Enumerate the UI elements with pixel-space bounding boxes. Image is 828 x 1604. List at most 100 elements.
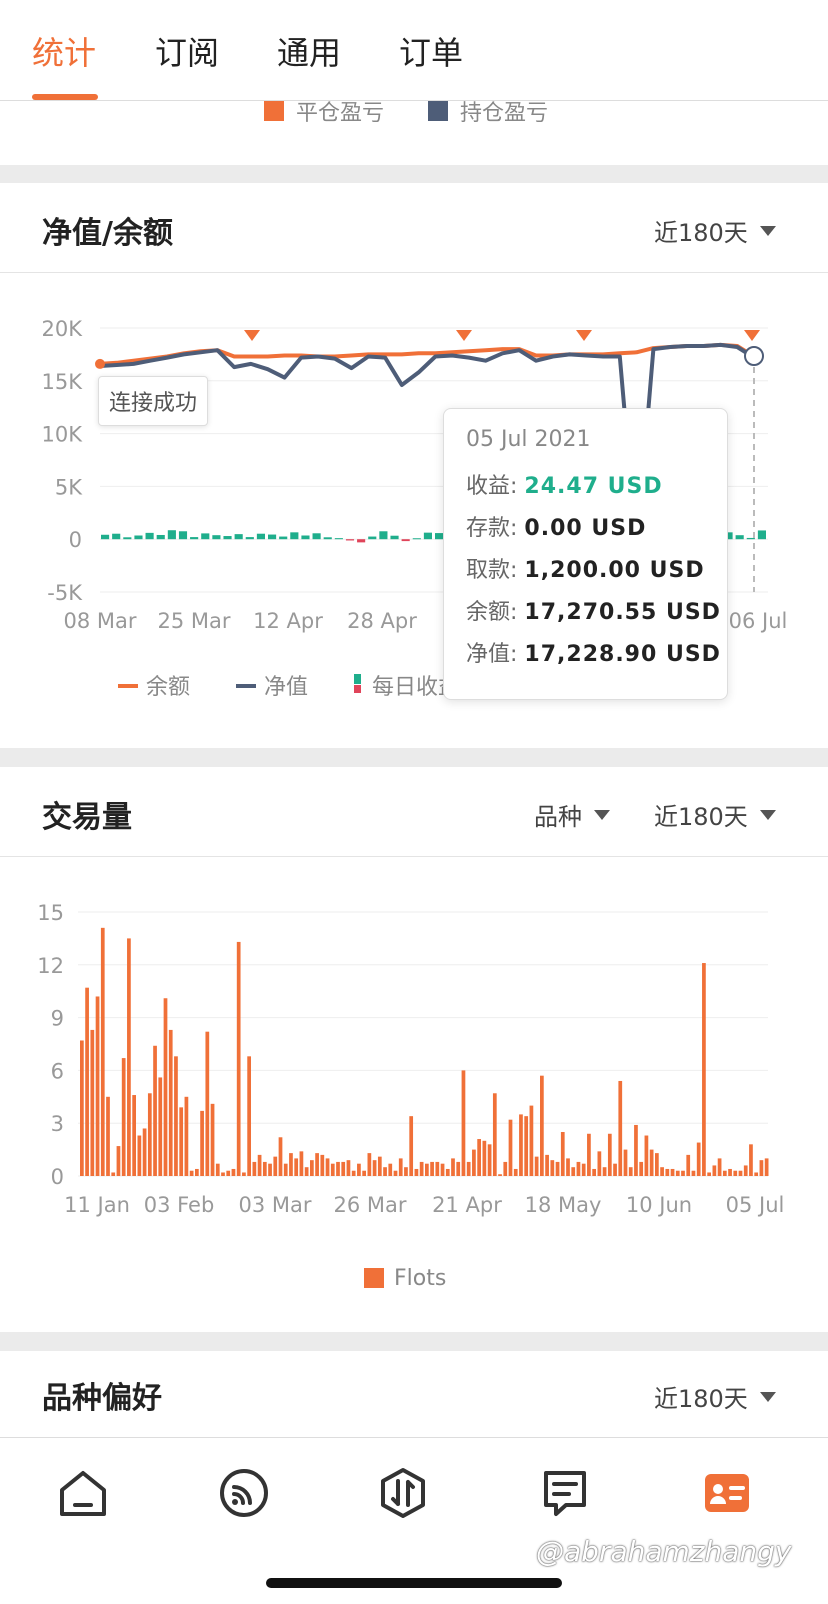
connection-toast: 连接成功 [98, 376, 209, 426]
volume-bar [435, 1161, 440, 1176]
list-icon[interactable] [538, 1466, 592, 1520]
volume-bar [587, 1133, 591, 1176]
volume-bar [278, 1137, 283, 1176]
profile-card-icon[interactable] [700, 1466, 754, 1520]
caret-down-icon [759, 1391, 776, 1402]
symbol-dropdown[interactable]: 品种 [534, 797, 610, 832]
withdrawal-marker [244, 330, 260, 341]
volume-bar [357, 1163, 361, 1176]
volume-bar [592, 1168, 596, 1176]
daily-profit-bar [301, 535, 310, 540]
daily-profit-bar [201, 533, 210, 540]
pnl-card-tail: 平仓盈亏 持仓盈亏 [0, 101, 828, 165]
volume-bar [696, 1142, 701, 1176]
range-dropdown[interactable]: 近180天 [654, 213, 776, 248]
tab-statistics[interactable]: 统计 [32, 28, 96, 74]
daily-profit-bar [256, 533, 265, 540]
volume-bar [550, 1160, 555, 1176]
dropdown-label: 近180天 [654, 1385, 748, 1413]
daily-profit-bar [268, 534, 277, 540]
legend-bar-icon [354, 685, 361, 693]
daily-profit-bar [757, 530, 766, 540]
legend-label: 持仓盈亏 [460, 101, 549, 126]
range-dropdown[interactable]: 近180天 [654, 1379, 776, 1414]
volume-bar [597, 1151, 602, 1176]
feed-icon[interactable] [217, 1466, 271, 1520]
legend-square-icon [364, 1268, 384, 1288]
volume-bar [127, 938, 131, 1176]
caret-down-icon [594, 809, 610, 820]
y-tick-label: 0 [51, 1165, 64, 1189]
volume-bar [325, 1158, 330, 1176]
volume-bar [90, 1029, 95, 1176]
volume-chart[interactable]: 15 12 9 6 3 011 Jan 03 Feb 03 Mar 26 Mar 21 Apr 18… [0, 880, 828, 1300]
volume-bar [195, 1168, 199, 1176]
range-dropdown[interactable]: 近180天 [654, 797, 776, 832]
volume-bar [398, 1158, 403, 1176]
x-tick-label: 03 Feb [144, 1193, 215, 1217]
legend-label: 净值 [264, 675, 308, 700]
volume-bar [513, 1168, 518, 1176]
volume-bar [524, 1116, 529, 1176]
home-icon[interactable] [56, 1466, 110, 1520]
withdrawal-marker [576, 330, 592, 341]
volume-bar [440, 1163, 445, 1176]
daily-profit-bar [123, 537, 132, 540]
volume-bar [377, 1156, 382, 1176]
tab-general[interactable]: 通用 [277, 28, 341, 74]
volume-bar [372, 1160, 377, 1176]
y-tick-label: 9 [51, 1007, 64, 1031]
volume-bar [461, 1070, 466, 1176]
volume-bar [508, 1119, 513, 1176]
card-header: 交易量 品种 近180天 [0, 767, 828, 857]
daily-profit-bar [735, 535, 744, 540]
volume-bar [749, 1144, 753, 1176]
card-title: 交易量 [42, 800, 132, 835]
volume-bar [351, 1170, 356, 1176]
volume-bar [545, 1154, 549, 1176]
volume-bar [503, 1161, 508, 1176]
volume-bar [247, 1056, 251, 1176]
volume-bar [466, 1161, 471, 1176]
dropdown-label: 品种 [534, 803, 582, 831]
volume-bar [456, 1161, 461, 1176]
volume-bar [310, 1160, 314, 1176]
y-tick-label: 20K [42, 317, 84, 341]
volume-bar [566, 1158, 570, 1176]
volume-bar [132, 1095, 136, 1176]
trade-icon[interactable] [376, 1466, 430, 1520]
volume-bar [472, 1149, 476, 1176]
volume-bar [430, 1161, 434, 1176]
daily-profit-bar [435, 533, 444, 540]
daily-profit-bar [290, 532, 299, 540]
volume-bar [743, 1165, 748, 1176]
x-tick-label: 05 Jul [726, 1193, 785, 1217]
volume-bar [163, 998, 168, 1176]
tab-orders[interactable]: 订单 [399, 28, 463, 74]
legend-label: Flots [394, 1266, 446, 1291]
volume-bar [764, 1158, 769, 1176]
daily-profit-bar [112, 533, 121, 540]
volume-bar [733, 1170, 738, 1176]
volume-bar [722, 1170, 727, 1176]
daily-profit-bar [412, 538, 421, 540]
volume-bar [419, 1161, 424, 1176]
daily-profit-bar [390, 535, 399, 540]
volume-bar [121, 1058, 126, 1176]
x-tick-label: 08 Mar [63, 609, 136, 633]
volume-bar [362, 1170, 366, 1176]
orange-square-icon [264, 101, 284, 121]
volume-bar [425, 1163, 429, 1176]
volume-bar [304, 1167, 309, 1176]
tab-subscription[interactable]: 订阅 [155, 28, 219, 74]
volume-bar [717, 1158, 722, 1176]
daily-profit-bar [746, 537, 755, 540]
dropdown-label: 近180天 [654, 219, 748, 247]
volume-bar [210, 1103, 215, 1176]
volume-bar [560, 1132, 565, 1176]
volume-bar [409, 1116, 414, 1176]
volume-bar [529, 1105, 534, 1176]
tooltip-row-withdrawal: 取款: 1,200.00 USD [466, 558, 705, 583]
volume-bar [320, 1154, 325, 1176]
symbol-preference-card: 品种偏好 近180天 [0, 1351, 828, 1441]
